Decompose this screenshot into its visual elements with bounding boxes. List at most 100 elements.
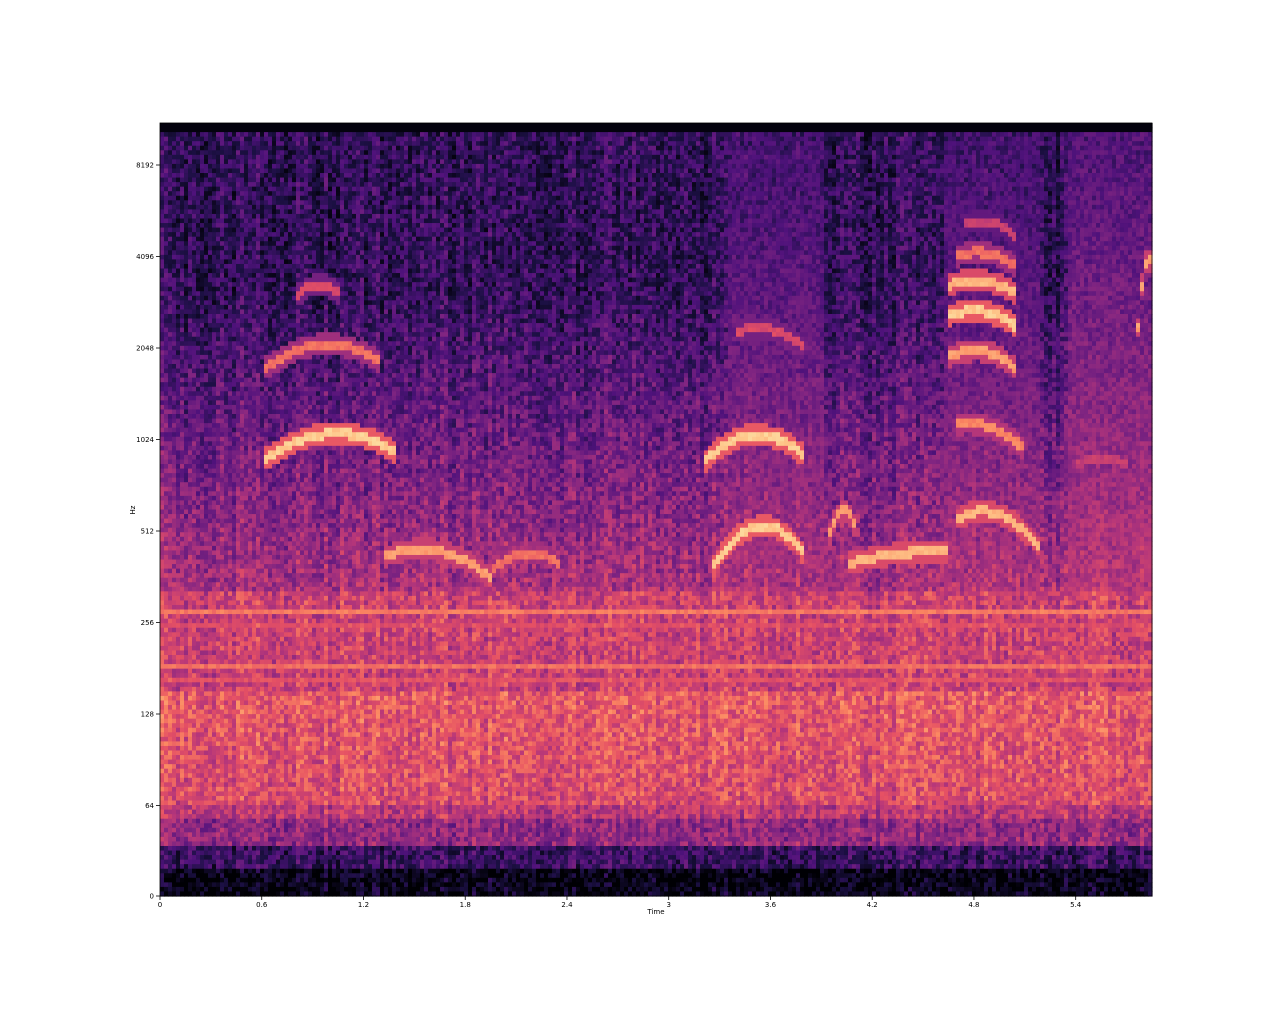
- spectrogram-cell: [172, 378, 177, 383]
- spectrogram-cell: [164, 637, 169, 642]
- spectrogram-cell: [164, 200, 169, 205]
- spectrogram-cell: [172, 673, 177, 678]
- spectrogram-cell: [172, 723, 177, 728]
- spectrogram-cell: [176, 373, 181, 378]
- spectrogram-cell: [176, 378, 181, 383]
- spectrogram-cell: [180, 719, 185, 724]
- spectrogram-cell: [160, 259, 165, 264]
- spectrogram-cell: [172, 364, 177, 369]
- spectrogram-cell: [164, 359, 169, 364]
- spectrogram-cell: [176, 464, 181, 469]
- spectrogram-cell: [168, 241, 173, 246]
- spectrogram-cell: [180, 178, 185, 183]
- spectrogram-cell: [172, 623, 177, 628]
- spectrogram-cell: [164, 309, 169, 314]
- spectrogram-cell: [172, 496, 177, 501]
- spectrogram-cell: [168, 855, 173, 860]
- spectrogram-cell: [160, 273, 165, 278]
- spectrogram-cell: [184, 787, 189, 792]
- spectrogram-cell: [168, 259, 173, 264]
- spectrogram-cell: [168, 514, 173, 519]
- spectrogram-cell: [164, 682, 169, 687]
- spectrogram-cell: [160, 769, 165, 774]
- spectrogram-cell: [168, 409, 173, 414]
- spectrogram-cell: [160, 332, 165, 337]
- spectrogram-cell: [164, 564, 169, 569]
- spectrogram-cell: [180, 851, 185, 856]
- spectrogram-cell: [168, 214, 173, 219]
- spectrogram-cell: [176, 396, 181, 401]
- spectrogram-cell: [184, 314, 189, 319]
- spectrogram-cell: [184, 214, 189, 219]
- spectrogram-cell: [184, 473, 189, 478]
- spectrogram-cell: [164, 741, 169, 746]
- spectrogram-cell: [180, 614, 185, 619]
- spectrogram-cell: [164, 182, 169, 187]
- spectrogram-cell: [160, 641, 165, 646]
- spectrogram-cell: [188, 178, 193, 183]
- spectrogram-cell: [180, 364, 185, 369]
- spectrogram-cell: [160, 791, 165, 796]
- spectrogram-cell: [168, 787, 173, 792]
- spectrogram-cell: [168, 473, 173, 478]
- spectrogram-cell: [176, 269, 181, 274]
- spectrogram-cell: [172, 769, 177, 774]
- spectrogram-cell: [176, 787, 181, 792]
- spectrogram-cell: [180, 328, 185, 333]
- spectrogram-cell: [164, 346, 169, 351]
- spectrogram-cell: [172, 591, 177, 596]
- spectrogram-cell: [168, 341, 173, 346]
- spectrogram-cell: [164, 837, 169, 842]
- spectrogram-cell: [160, 796, 165, 801]
- spectrogram-cell: [168, 332, 173, 337]
- spectrogram-cell: [168, 587, 173, 592]
- spectrogram-cell: [184, 414, 189, 419]
- spectrogram-cell: [176, 191, 181, 196]
- spectrogram-cell: [160, 596, 165, 601]
- spectrogram-cell: [168, 205, 173, 210]
- spectrogram-cell: [180, 578, 185, 583]
- spectrogram-cell: [184, 541, 189, 546]
- spectrogram-cell: [180, 278, 185, 283]
- spectrogram-cell: [184, 769, 189, 774]
- spectrogram-cell: [164, 437, 169, 442]
- spectrogram-cell: [188, 223, 193, 228]
- spectrogram-cell: [164, 623, 169, 628]
- spectrogram-cell: [176, 505, 181, 510]
- spectrogram-cell: [180, 705, 185, 710]
- spectrogram-cell: [176, 405, 181, 410]
- spectrogram-cell: [168, 359, 173, 364]
- spectrogram-cell: [172, 532, 177, 537]
- spectrogram-cell: [172, 782, 177, 787]
- spectrogram-cell: [172, 205, 177, 210]
- spectrogram-cell: [172, 646, 177, 651]
- spectrogram-cell: [180, 414, 185, 419]
- spectrogram-cell: [172, 550, 177, 555]
- spectrogram-cell: [164, 155, 169, 160]
- spectrogram-cell: [184, 619, 189, 624]
- spectrogram-cell: [176, 791, 181, 796]
- spectrogram-cell: [184, 191, 189, 196]
- spectrogram-cell: [176, 510, 181, 515]
- spectrogram-cell: [184, 487, 189, 492]
- spectrogram-cell: [176, 514, 181, 519]
- spectrogram-cell: [176, 801, 181, 806]
- spectrogram-cell: [164, 191, 169, 196]
- spectrogram-cell: [184, 146, 189, 151]
- spectrogram-cell: [184, 296, 189, 301]
- spectrogram-cell: [164, 414, 169, 419]
- spectrogram-cell: [172, 778, 177, 783]
- spectrogram-cell: [168, 487, 173, 492]
- spectrogram-cell: [172, 796, 177, 801]
- spectrogram-cell: [160, 837, 165, 842]
- spectrogram-cell: [172, 473, 177, 478]
- spectrogram-cell: [164, 459, 169, 464]
- spectrogram-cell: [172, 191, 177, 196]
- spectrogram-cell: [184, 168, 189, 173]
- spectrogram-cell: [184, 519, 189, 524]
- spectrogram-cell: [160, 359, 165, 364]
- spectrogram-cell: [172, 400, 177, 405]
- spectrogram-cell: [176, 478, 181, 483]
- spectrogram-cell: [160, 673, 165, 678]
- spectrogram-cell: [180, 764, 185, 769]
